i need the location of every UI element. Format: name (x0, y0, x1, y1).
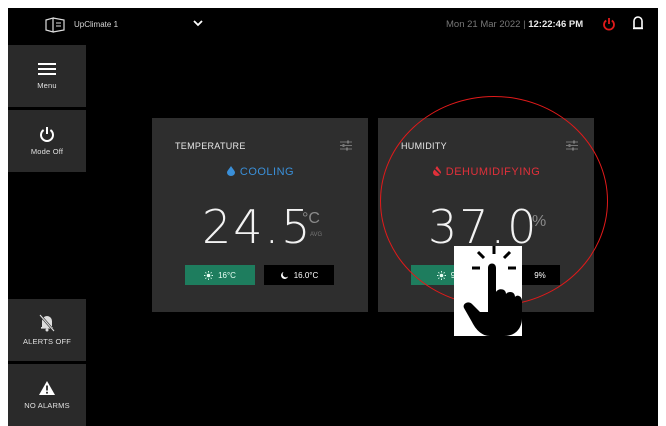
water-drop-icon (226, 166, 235, 176)
heat-setpoint-button[interactable]: 16°C (185, 265, 255, 285)
temperature-avg-label: AVG (310, 232, 323, 238)
temperature-unit: °C (302, 210, 320, 227)
alarms-button[interactable]: NO ALARMS (8, 364, 86, 426)
mode-label: Mode Off (30, 147, 64, 156)
heat-setpoint-value: 16°C (218, 270, 236, 280)
menu-label: Menu (37, 81, 57, 90)
temperature-title: TEMPERATURE (175, 141, 246, 151)
logo-icon (45, 17, 65, 33)
settings-sliders-icon[interactable] (340, 140, 352, 151)
unit-name[interactable]: UpClimate 1 (74, 20, 118, 29)
alarms-label: NO ALARMS (24, 401, 70, 410)
alerts-label: ALERTS OFF (22, 337, 72, 346)
warning-icon (39, 381, 55, 395)
moon-icon (280, 271, 288, 279)
temperature-status-text: COOLING (239, 166, 295, 178)
menu-button[interactable]: Menu (8, 45, 86, 107)
controller-screen: UpClimate 1 Mon 21 Mar 2022 | 12:22:46 P… (8, 8, 658, 426)
alerts-button[interactable]: ALERTS OFF (8, 299, 86, 361)
sun-icon (204, 270, 214, 280)
cool-setpoint-value: 16.0°C (293, 270, 319, 280)
menu-icon (38, 63, 56, 75)
temperature-status: COOLING (152, 166, 368, 178)
notification-icon[interactable] (632, 16, 644, 31)
temperature-value: 24.5 (202, 200, 313, 254)
bell-off-icon (39, 314, 55, 332)
time-text: 12:22:46 PM (528, 19, 584, 30)
power-icon[interactable] (602, 17, 616, 31)
mode-button[interactable]: Mode Off (8, 110, 86, 172)
top-bar: UpClimate 1 Mon 21 Mar 2022 | 12:22:46 P… (8, 8, 658, 42)
tap-hand-icon (454, 246, 522, 336)
chevron-down-icon[interactable] (192, 17, 204, 29)
date-time: Mon 21 Mar 2022 | 12:22:46 PM (446, 19, 583, 30)
cool-setpoint-button[interactable]: 16.0°C (264, 265, 334, 285)
temperature-card[interactable]: TEMPERATURE COOLING 24.5 °C AVG 16°C 16.… (152, 118, 368, 312)
power-icon (40, 127, 54, 142)
date-text: Mon 21 Mar 2022 | (446, 19, 529, 30)
